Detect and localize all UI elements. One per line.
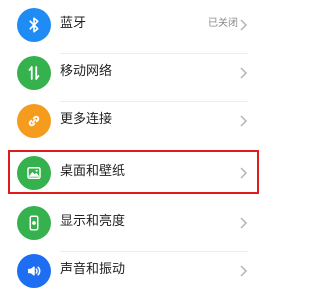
chevron-right-icon (240, 115, 248, 127)
settings-item-bluetooth[interactable]: 蓝牙 已关闭 (0, 2, 264, 54)
settings-item-more-connections[interactable]: 更多连接 (0, 98, 264, 150)
bluetooth-icon (17, 8, 51, 42)
chevron-right-icon (240, 19, 248, 31)
settings-item-display-brightness[interactable]: 显示和亮度 (0, 200, 264, 252)
chevron-right-icon (240, 217, 248, 229)
settings-list: 蓝牙 已关闭 移动网络 更多连接 桌面和壁纸 显示和亮度 声音和振动 (0, 0, 264, 301)
sound-icon (17, 254, 51, 288)
mobile-data-icon (17, 56, 51, 90)
settings-item-mobile-network[interactable]: 移动网络 (0, 50, 264, 102)
display-brightness-icon (17, 206, 51, 240)
settings-item-label: 蓝牙 (60, 16, 87, 31)
bluetooth-status: 已关闭 (208, 18, 238, 29)
settings-item-label: 显示和亮度 (60, 214, 126, 229)
settings-item-label: 更多连接 (60, 112, 113, 127)
settings-item-label: 移动网络 (60, 64, 113, 79)
link-icon (17, 104, 51, 138)
highlight-box (8, 150, 259, 194)
chevron-right-icon (240, 265, 248, 277)
chevron-right-icon (240, 67, 248, 79)
settings-item-sound-vibration[interactable]: 声音和振动 (0, 248, 264, 300)
settings-item-label: 声音和振动 (60, 262, 126, 277)
